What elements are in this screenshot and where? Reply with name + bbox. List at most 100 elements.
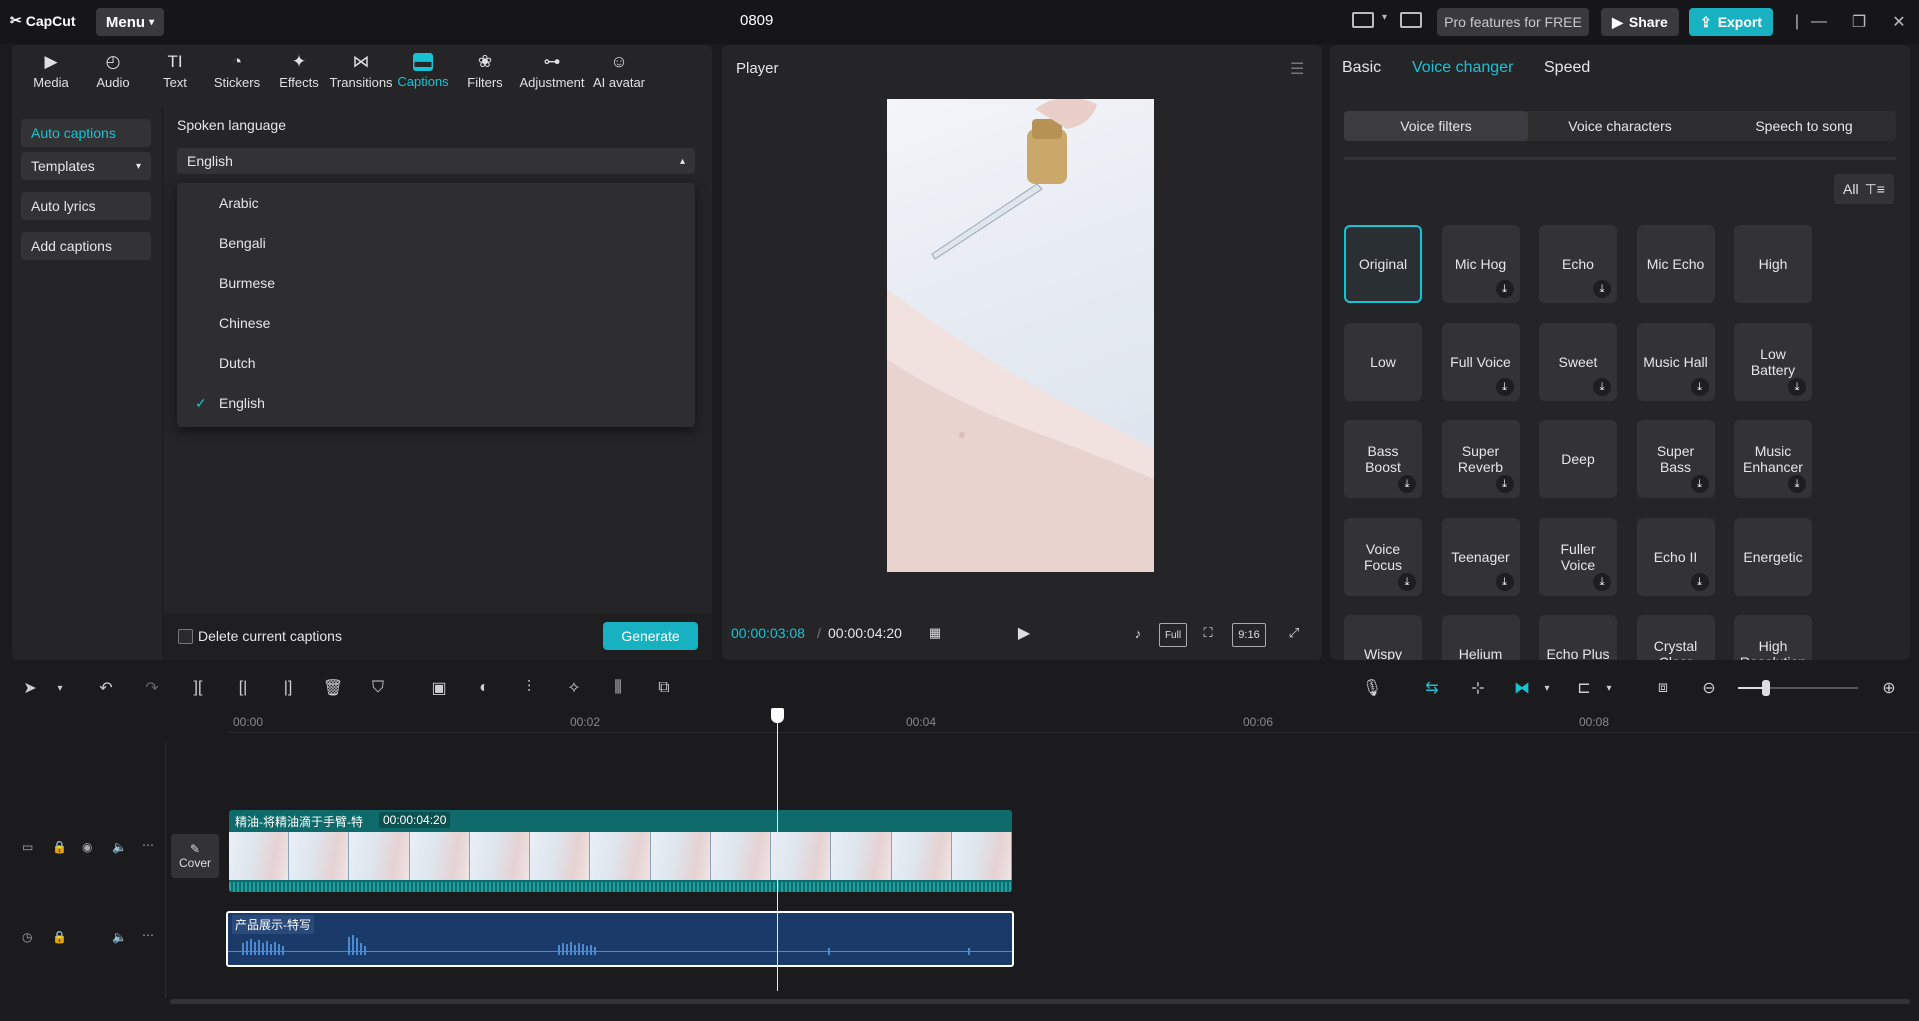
nav-add-captions[interactable]: Add captions [21, 232, 151, 260]
mask-icon[interactable]: ◐ [472, 676, 496, 700]
tool-effects[interactable]: ✦ Effects [268, 45, 330, 97]
voice-filter-card[interactable]: Low [1344, 322, 1422, 401]
magic-icon[interactable]: ✧ [562, 676, 586, 700]
zoom-slider-handle[interactable] [1762, 680, 1770, 696]
language-option[interactable]: Burmese [177, 263, 695, 303]
menu-button[interactable]: Menu ▾ [96, 8, 164, 36]
restore-icon[interactable]: ❐ [1845, 10, 1873, 34]
nav-auto-lyrics[interactable]: Auto lyrics [21, 192, 151, 220]
voice-filter-card[interactable]: High [1734, 225, 1812, 303]
timeline-ruler[interactable]: 00:00 00:02 00:04 00:06 00:08 [229, 708, 1919, 733]
voice-filter-card[interactable]: Mic Hog ⤓ [1441, 225, 1520, 303]
audio-split-icon[interactable]: ⫼ [606, 676, 630, 700]
media-add-icon[interactable]: ▣ [427, 676, 451, 700]
zoom-fit-icon[interactable]: ⛶ [1196, 621, 1220, 645]
screenshot-icon[interactable]: ⧈ [1651, 676, 1675, 700]
delete-icon[interactable]: 🗑 [321, 676, 345, 700]
voice-filter-card[interactable]: Low Battery ⤓ [1734, 322, 1812, 401]
speaker-icon[interactable]: 🔈 [112, 840, 127, 854]
preview-axis-icon[interactable]: ⊏ [1572, 676, 1596, 700]
voice-filter-card[interactable]: Music Hall ⤓ [1636, 322, 1715, 401]
voice-filter-card[interactable]: Echo II ⤓ [1636, 517, 1715, 596]
voice-filter-card[interactable]: Bass Boost ⤓ [1344, 420, 1422, 498]
tool-captions[interactable]: ▬ Captions [392, 45, 454, 97]
audio-clip[interactable]: 产品展示-特写 [226, 911, 1014, 967]
voice-filter-card[interactable]: Full Voice ⤓ [1441, 322, 1520, 401]
layout-icon[interactable] [1352, 12, 1374, 28]
voice-filter-card[interactable]: Fuller Voice ⤓ [1539, 517, 1617, 596]
download-icon[interactable]: ⤓ [1495, 280, 1514, 298]
generate-button[interactable]: Generate [603, 622, 698, 650]
tool-text[interactable]: TI Text [144, 45, 206, 97]
download-icon[interactable]: ⤓ [1593, 572, 1611, 591]
cover-button[interactable]: ✎ Cover [171, 834, 219, 878]
eye-icon[interactable]: ◉ [82, 840, 92, 854]
download-icon[interactable]: ⤓ [1593, 377, 1611, 396]
language-option[interactable]: ✓ English [177, 383, 695, 423]
zoom-in-icon[interactable]: ⊕ [1877, 676, 1901, 700]
voice-filter-card[interactable]: Sweet ⤓ [1539, 322, 1617, 401]
video-preview[interactable] [887, 99, 1154, 572]
download-icon[interactable]: ⤓ [1690, 475, 1709, 493]
redo-icon[interactable]: ↷ [140, 676, 164, 700]
voice-filter-card[interactable]: Echo Plus [1539, 615, 1617, 660]
grid-icon[interactable]: ▦ [922, 621, 948, 645]
tool-audio[interactable]: ◴ Audio [82, 45, 144, 97]
download-icon[interactable]: ⤓ [1398, 572, 1416, 591]
language-option[interactable]: Bengali [177, 223, 695, 263]
voice-filter-card[interactable]: Crystal Clear [1636, 615, 1715, 660]
more-icon[interactable]: ⋯ [142, 838, 154, 852]
share-button[interactable]: ▶ Share [1601, 8, 1679, 36]
zoom-out-icon[interactable]: ⊖ [1697, 676, 1721, 700]
pro-features-button[interactable]: Pro features for FREE [1437, 8, 1589, 36]
download-icon[interactable]: ⤓ [1398, 475, 1416, 493]
voice-filter-card[interactable]: Wispy [1344, 615, 1422, 660]
lock-icon[interactable]: 🔒 [52, 930, 67, 944]
download-icon[interactable]: ⤓ [1690, 572, 1709, 591]
chevron-down-icon[interactable]: ▾ [1597, 676, 1621, 700]
voice-filter-card[interactable]: Deep [1539, 420, 1617, 498]
adjust-icon[interactable]: ⫶ [517, 676, 541, 700]
tool-media[interactable]: ▶ Media [20, 45, 82, 97]
zoom-slider[interactable] [1738, 680, 1858, 696]
download-icon[interactable]: ⤓ [1593, 280, 1611, 298]
playhead[interactable] [777, 708, 778, 991]
snap-icon[interactable]: ⊹ [1466, 676, 1490, 700]
select-cursor-icon[interactable]: ➤ [18, 676, 42, 700]
minimize-icon[interactable]: — [1805, 10, 1833, 34]
download-icon[interactable]: ⤓ [1788, 475, 1806, 493]
voice-filter-card[interactable]: Teenager ⤓ [1441, 517, 1520, 596]
undo-icon[interactable]: ↶ [94, 676, 118, 700]
split-icon[interactable]: ][ [186, 676, 210, 700]
timeline-scrollbar[interactable] [170, 999, 1910, 1004]
chevron-down-icon[interactable]: ▾ [1535, 676, 1559, 700]
voice-filter-card[interactable]: Voice Focus ⤓ [1344, 517, 1422, 596]
download-icon[interactable]: ⤓ [1495, 377, 1514, 396]
more-icon[interactable]: ⋯ [142, 928, 154, 942]
aspect-ratio-button[interactable]: 9:16 [1232, 623, 1266, 647]
speaker-icon[interactable]: 🔈 [112, 930, 127, 944]
ai-edit-icon[interactable]: ⧉ [652, 676, 676, 700]
language-option[interactable]: Dutch [177, 343, 695, 383]
voice-filter-card[interactable]: Helium [1441, 615, 1520, 660]
voice-filter-card[interactable]: Energetic [1734, 517, 1812, 596]
language-option[interactable]: Chinese [177, 303, 695, 343]
voice-filter-card[interactable]: Echo ⤓ [1539, 225, 1617, 303]
tool-stickers[interactable]: ◔ Stickers [206, 45, 268, 97]
tiktok-icon[interactable]: ♪ [1127, 621, 1149, 645]
keyboard-icon[interactable] [1400, 12, 1422, 28]
voice-filter-card[interactable]: Music Enhancer ⤓ [1734, 420, 1812, 498]
chevron-down-icon[interactable]: ▾ [1382, 12, 1387, 23]
download-icon[interactable]: ⤓ [1690, 377, 1709, 396]
delete-captions-checkbox[interactable] [178, 629, 193, 644]
full-quality-button[interactable]: Full [1159, 623, 1187, 647]
shield-icon[interactable]: ⛉ [366, 676, 390, 700]
tool-transitions[interactable]: ⋈ Transitions [329, 45, 392, 97]
split-right-icon[interactable]: |] [276, 676, 300, 700]
voice-filter-card[interactable]: Original [1344, 225, 1422, 303]
tool-ai-avatar[interactable]: ☺ AI avatar [588, 45, 650, 97]
tool-filters[interactable]: ❀ Filters [454, 45, 516, 97]
split-left-icon[interactable]: [| [231, 676, 255, 700]
download-icon[interactable]: ⤓ [1788, 377, 1806, 396]
export-button[interactable]: ⇪ Export [1689, 8, 1773, 36]
